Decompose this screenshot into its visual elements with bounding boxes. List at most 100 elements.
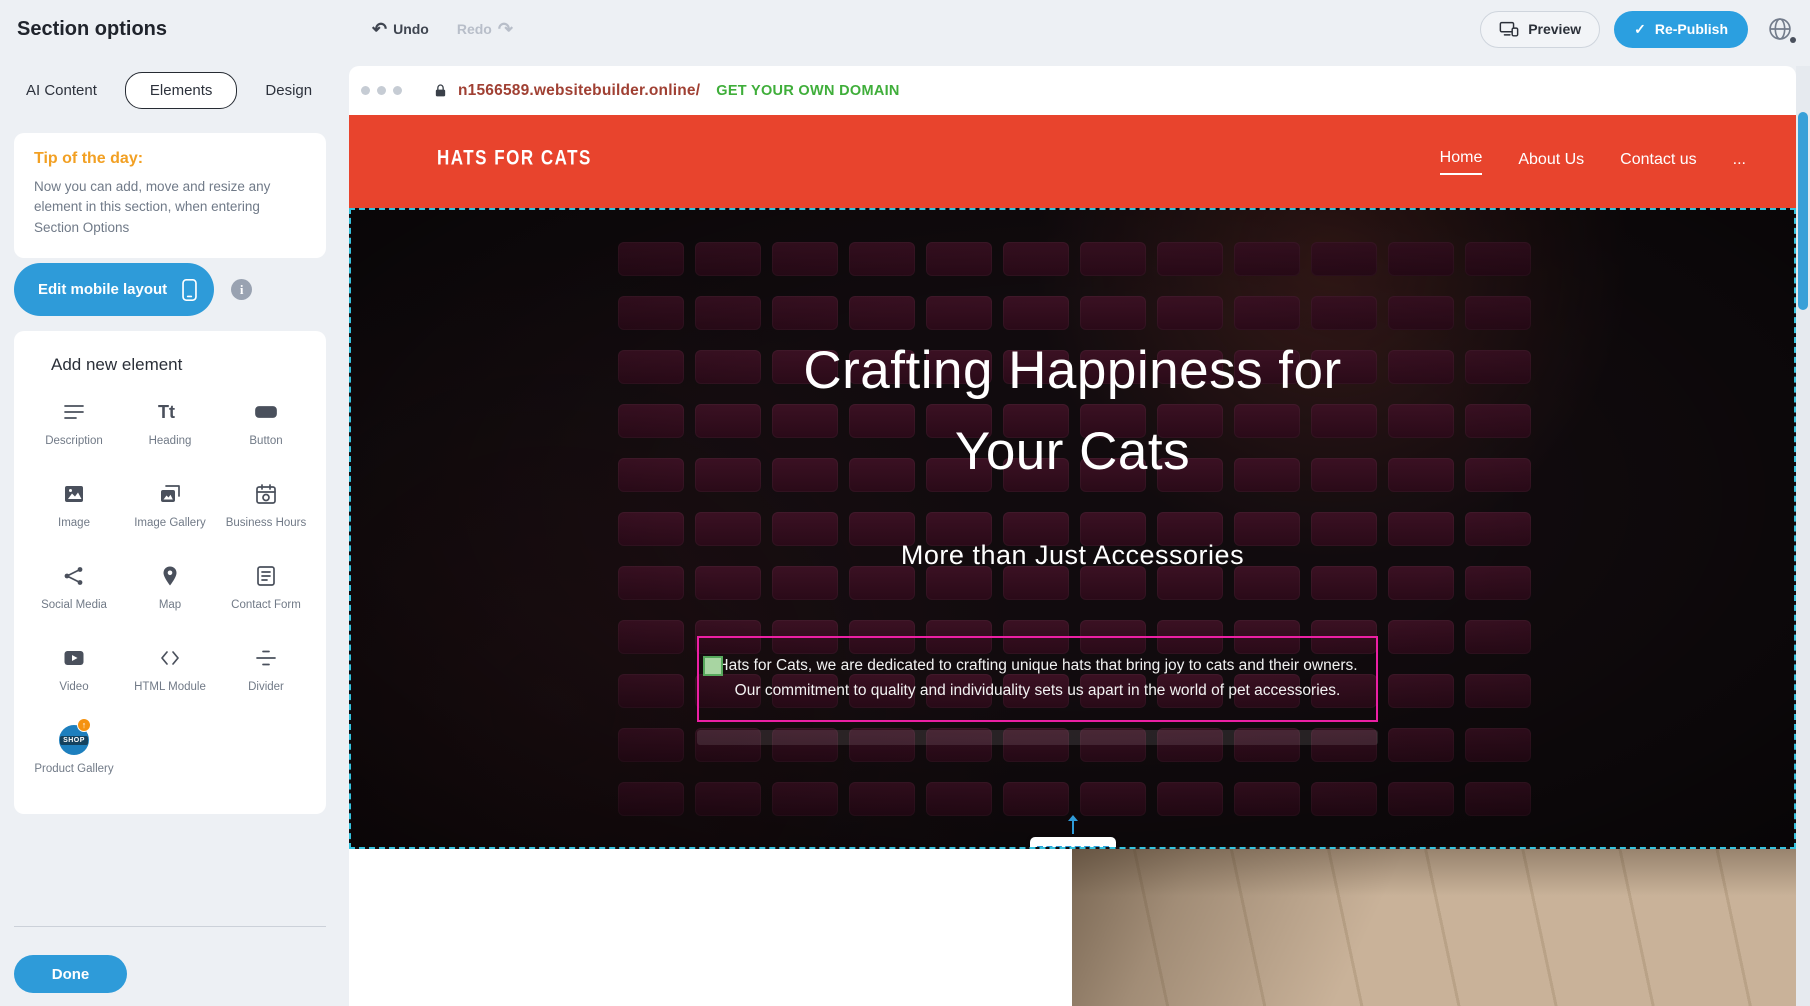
lock-icon	[433, 83, 448, 99]
divider-icon	[254, 643, 278, 673]
ghost-element-placeholder	[697, 730, 1378, 745]
devices-icon	[1499, 19, 1519, 39]
hero-tile	[618, 296, 684, 330]
map-pin-icon	[158, 561, 182, 591]
next-section-image[interactable]	[1072, 849, 1796, 1006]
element-image[interactable]: Image	[26, 479, 122, 539]
nav-more[interactable]: ...	[1733, 151, 1746, 173]
element-image-gallery[interactable]: Image Gallery	[122, 479, 218, 539]
tab-design[interactable]: Design	[263, 73, 314, 108]
nav-contact-us[interactable]: Contact us	[1620, 151, 1696, 173]
image-gallery-icon	[158, 479, 182, 509]
edit-mobile-row: Edit mobile layout i	[14, 263, 252, 316]
hero-tile	[695, 566, 761, 600]
element-video[interactable]: Video	[26, 643, 122, 703]
hero-tile	[618, 620, 684, 654]
paragraph-element-selected[interactable]: Hats for Cats, we are dedicated to craft…	[697, 636, 1378, 722]
element-grid: Description Tt Heading Button	[26, 397, 314, 785]
undo-label: Undo	[393, 21, 429, 37]
button-icon	[254, 397, 278, 427]
hero-tile	[1465, 728, 1531, 762]
scrollbar-track[interactable]	[1796, 66, 1810, 1006]
tip-body: Now you can add, move and resize any ele…	[34, 177, 306, 238]
undo-button[interactable]: ↶ Undo	[372, 20, 429, 38]
done-button[interactable]: Done	[14, 955, 127, 993]
nav-home[interactable]: Home	[1440, 149, 1483, 175]
hero-tile	[1157, 296, 1223, 330]
hero-tile	[1465, 566, 1531, 600]
hero-tile	[1234, 782, 1300, 816]
language-globe-button[interactable]	[1762, 11, 1798, 47]
element-product-gallery[interactable]: SHOP ↑ Product Gallery	[26, 725, 122, 785]
site-logo[interactable]: HATS FOR CATS	[437, 146, 592, 171]
element-contact-form[interactable]: Contact Form	[218, 561, 314, 621]
hero-tile	[849, 566, 915, 600]
hero-subtitle[interactable]: More than Just Accessories	[351, 540, 1794, 571]
hero-tile	[772, 296, 838, 330]
hero-tile	[695, 242, 761, 276]
image-icon	[62, 479, 86, 509]
hero-tile	[695, 296, 761, 330]
edit-mobile-label: Edit mobile layout	[38, 281, 167, 298]
hero-tile	[1311, 782, 1377, 816]
heading-icon: Tt	[157, 397, 183, 427]
hero-tile	[772, 566, 838, 600]
window-control-dot	[377, 86, 386, 95]
check-icon: ✓	[1634, 21, 1646, 38]
hero-tile	[1388, 674, 1454, 708]
element-map[interactable]: Map	[122, 561, 218, 621]
business-hours-icon	[254, 479, 278, 509]
hero-tile	[926, 296, 992, 330]
hero-tile	[849, 296, 915, 330]
sidebar-divider	[14, 926, 326, 927]
next-section-blank[interactable]	[349, 849, 1072, 1006]
topbar-right: Preview ✓ Re-Publish	[1480, 0, 1798, 58]
hero-section-selected[interactable]: Crafting Happiness for Your Cats More th…	[349, 208, 1796, 849]
window-control-dot	[393, 86, 402, 95]
hero-title[interactable]: Crafting Happiness for Your Cats	[351, 330, 1794, 492]
site-nav: Home About Us Contact us ...	[1440, 115, 1746, 208]
hero-tile	[1080, 782, 1146, 816]
hero-title-line1: Crafting Happiness for	[351, 330, 1794, 411]
get-domain-link[interactable]: GET YOUR OWN DOMAIN	[716, 83, 899, 99]
hero-tile	[1465, 674, 1531, 708]
element-divider[interactable]: Divider	[218, 643, 314, 703]
hero-tile	[1080, 242, 1146, 276]
hero-tile	[1388, 620, 1454, 654]
svg-text:Tt: Tt	[158, 402, 175, 422]
section-resize-handle[interactable]	[1030, 837, 1116, 849]
element-business-hours[interactable]: Business Hours	[218, 479, 314, 539]
element-social-media[interactable]: Social Media	[26, 561, 122, 621]
redo-label: Redo	[457, 21, 492, 37]
hero-tile	[1311, 566, 1377, 600]
element-description[interactable]: Description	[26, 397, 122, 457]
info-icon[interactable]: i	[231, 279, 252, 300]
page-title: Section options	[17, 0, 167, 58]
drag-handle[interactable]	[703, 656, 723, 676]
hero-tile	[1157, 566, 1223, 600]
edit-mobile-layout-button[interactable]: Edit mobile layout	[14, 263, 214, 316]
tab-ai-content[interactable]: AI Content	[24, 73, 99, 108]
preview-button[interactable]: Preview	[1480, 11, 1600, 48]
hero-tile	[1465, 620, 1531, 654]
globe-badge-dot	[1790, 37, 1796, 43]
hero-tile	[1234, 566, 1300, 600]
redo-button[interactable]: Redo ↷	[457, 20, 513, 38]
hero-tile	[618, 728, 684, 762]
element-html-module[interactable]: HTML Module	[122, 643, 218, 703]
hero-tile	[926, 782, 992, 816]
hero-paragraph: Hats for Cats, we are dedicated to craft…	[715, 654, 1360, 704]
site-header: HATS FOR CATS Home About Us Contact us .…	[349, 115, 1796, 208]
tab-elements[interactable]: Elements	[125, 72, 238, 109]
scrollbar-thumb[interactable]	[1798, 112, 1808, 310]
app-root: Section options ↶ Undo Redo ↷ P	[0, 0, 1810, 1006]
description-icon	[62, 397, 86, 427]
nav-about-us[interactable]: About Us	[1518, 151, 1584, 173]
product-gallery-icon: SHOP ↑	[59, 725, 89, 755]
hero-tile	[695, 782, 761, 816]
republish-button[interactable]: ✓ Re-Publish	[1614, 11, 1748, 48]
topbar: Section options ↶ Undo Redo ↷ P	[0, 0, 1810, 58]
element-heading[interactable]: Tt Heading	[122, 397, 218, 457]
element-button[interactable]: Button	[218, 397, 314, 457]
hero-tile	[1465, 782, 1531, 816]
